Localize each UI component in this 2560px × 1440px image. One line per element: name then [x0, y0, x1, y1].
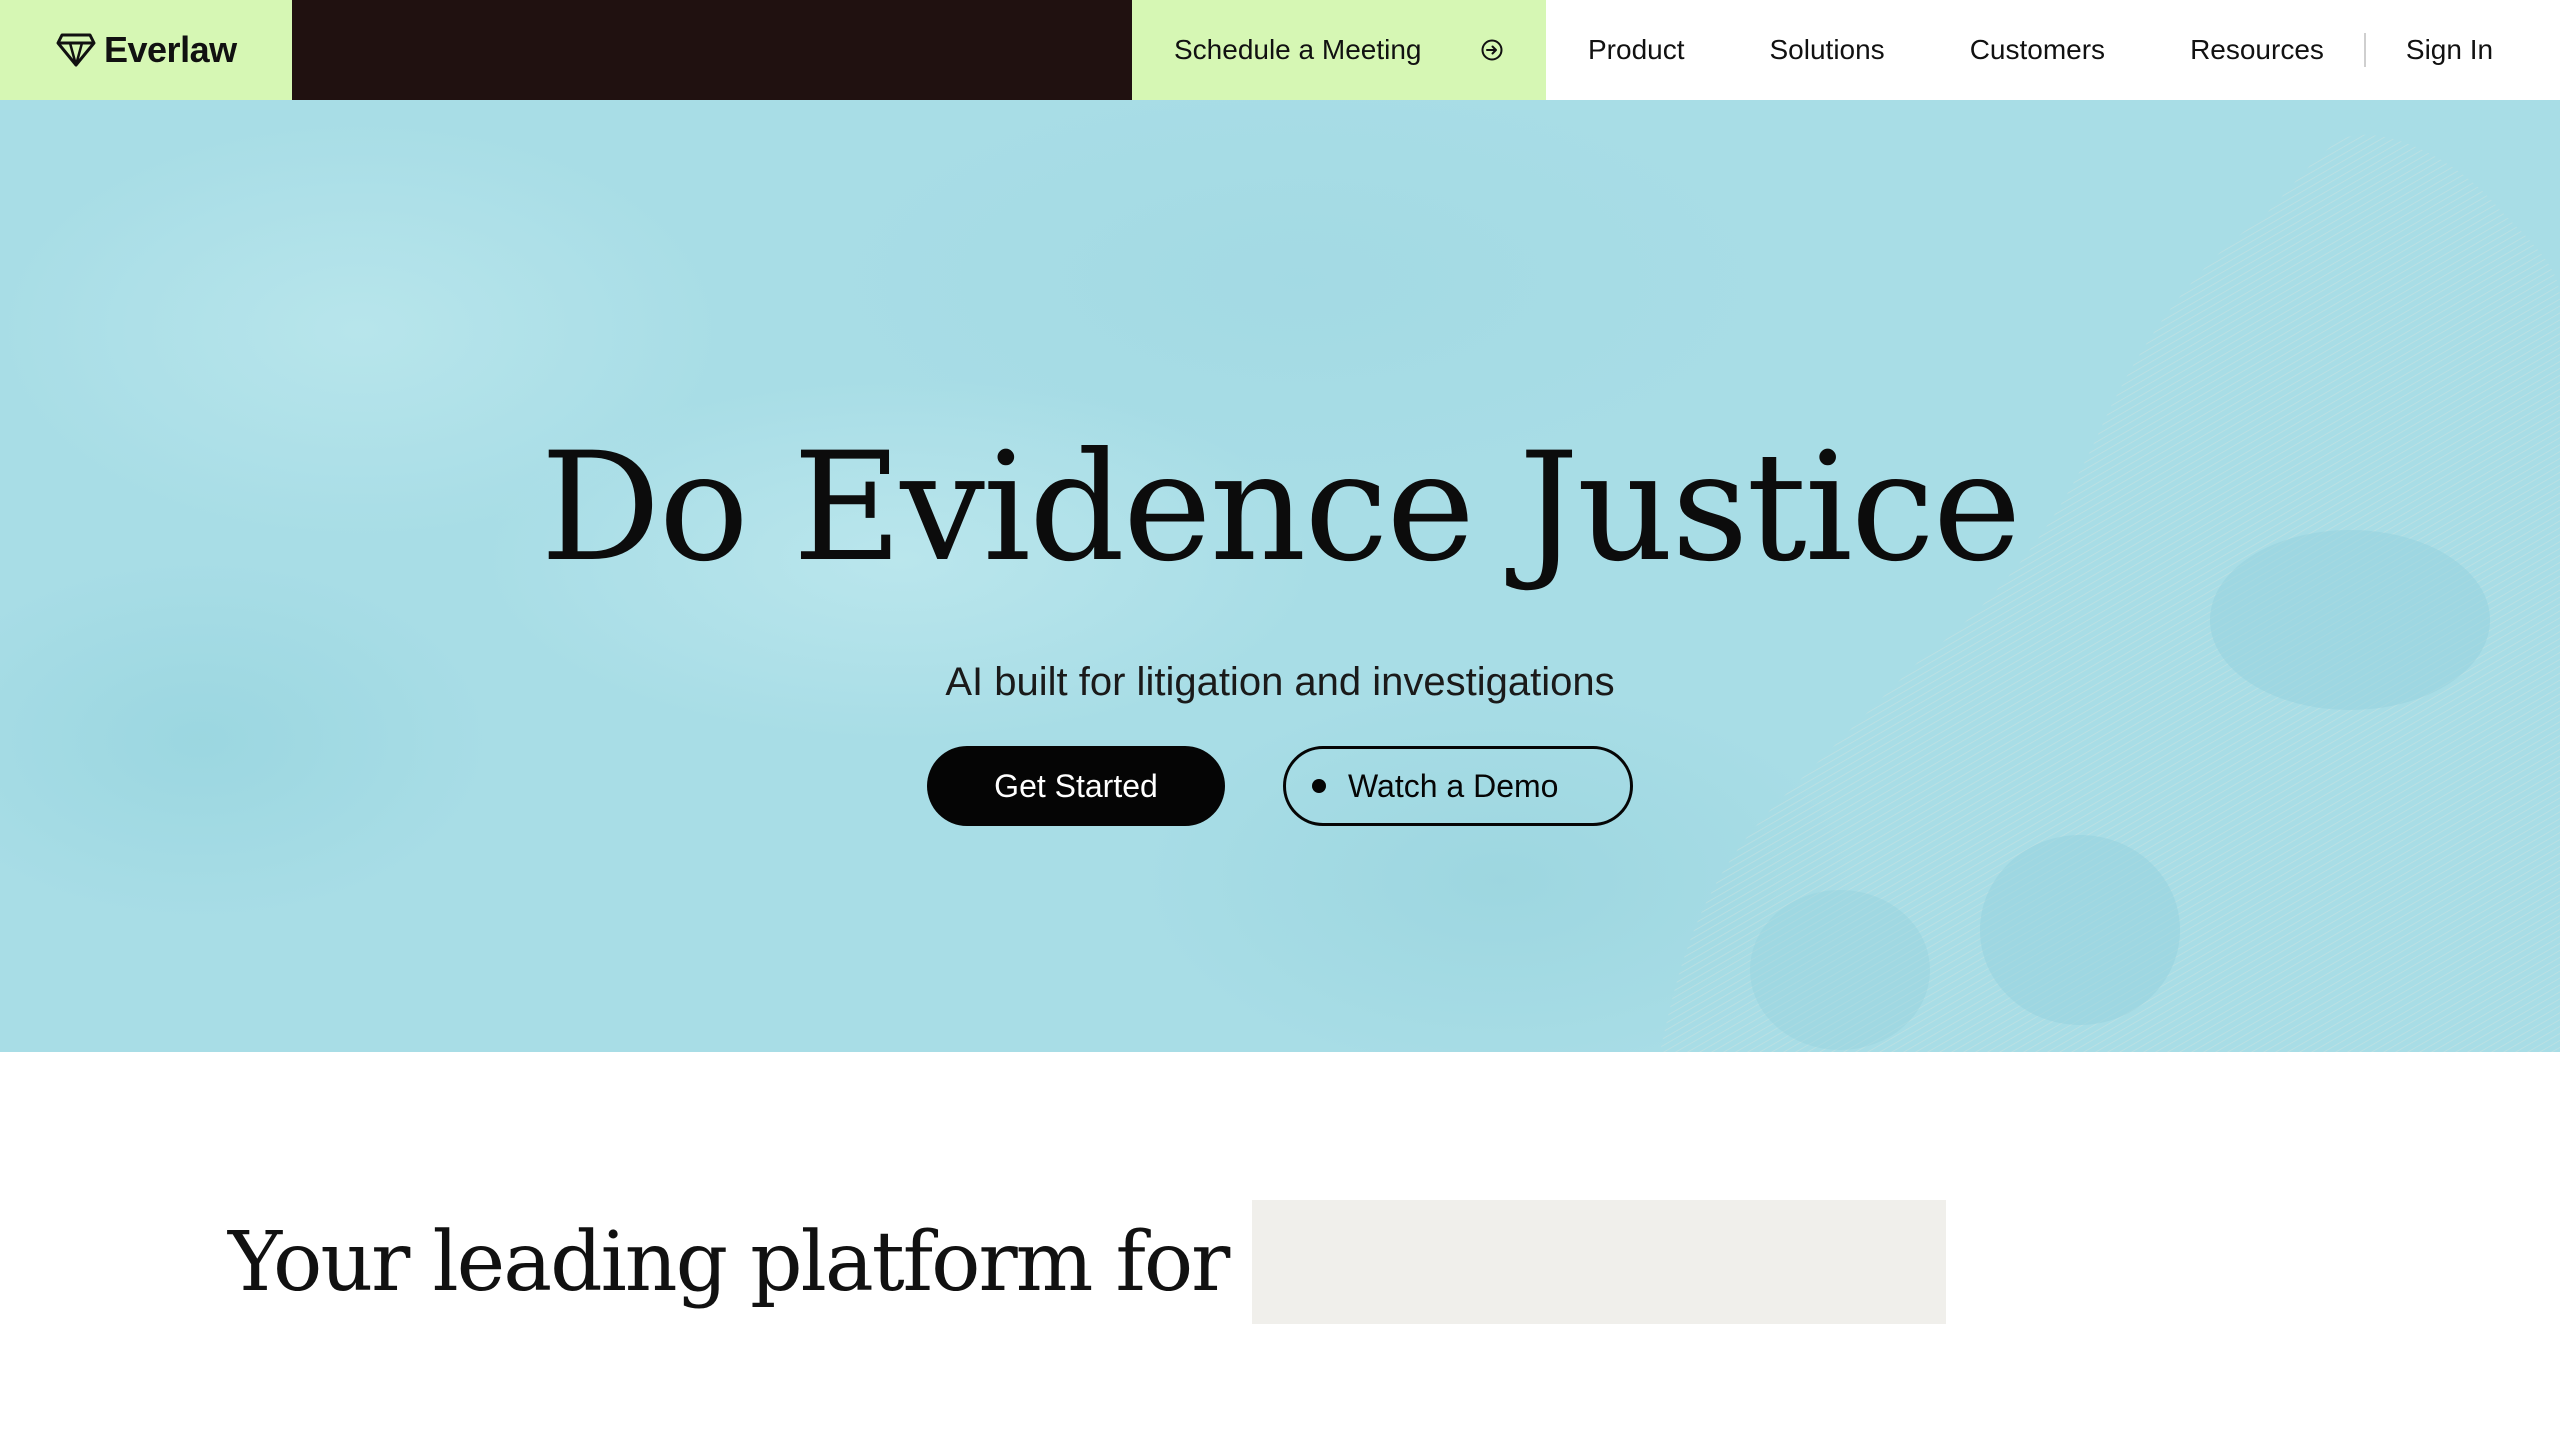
hero-actions: Get Started Watch a Demo — [0, 746, 2560, 826]
primary-nav-links: Product Solutions Customers Resources Si… — [1546, 0, 2560, 100]
watch-demo-label: Watch a Demo — [1348, 767, 1559, 804]
nav-dark-block — [292, 0, 1132, 100]
platform-lead: Your leading platform for — [228, 1200, 1947, 1324]
diamond-logo-icon — [56, 33, 96, 67]
schedule-meeting-button[interactable]: Schedule a Meeting — [1132, 0, 1546, 100]
hero-title: Do Evidence Justice — [540, 420, 2021, 595]
dot-icon — [1312, 779, 1326, 793]
rotating-word-placeholder — [1252, 1200, 1947, 1324]
platform-lead-text: Your leading platform for — [228, 1214, 1230, 1310]
hero-section: Do Evidence Justice AI built for litigat… — [0, 100, 2560, 1052]
brand-logo[interactable]: Everlaw — [0, 0, 292, 100]
watch-demo-button[interactable]: Watch a Demo — [1283, 746, 1633, 826]
top-nav: Everlaw Schedule a Meeting Product Solut… — [0, 0, 2560, 100]
brand-name: Everlaw — [104, 29, 237, 70]
nav-link-customers[interactable]: Customers — [1970, 34, 2105, 66]
nav-divider — [2363, 33, 2366, 67]
arrow-circle-right-icon — [1481, 39, 1503, 61]
schedule-meeting-label: Schedule a Meeting — [1174, 34, 1422, 65]
get-started-label: Get Started — [994, 767, 1158, 804]
platform-section: Your leading platform for — [0, 1052, 2560, 1440]
get-started-button[interactable]: Get Started — [927, 746, 1225, 826]
nav-link-resources[interactable]: Resources — [2190, 34, 2324, 66]
sign-in-link[interactable]: Sign In — [2406, 34, 2493, 66]
nav-link-solutions[interactable]: Solutions — [1770, 34, 1885, 66]
nav-link-product[interactable]: Product — [1588, 34, 1685, 66]
hero-subtitle: AI built for litigation and investigatio… — [945, 660, 1615, 704]
